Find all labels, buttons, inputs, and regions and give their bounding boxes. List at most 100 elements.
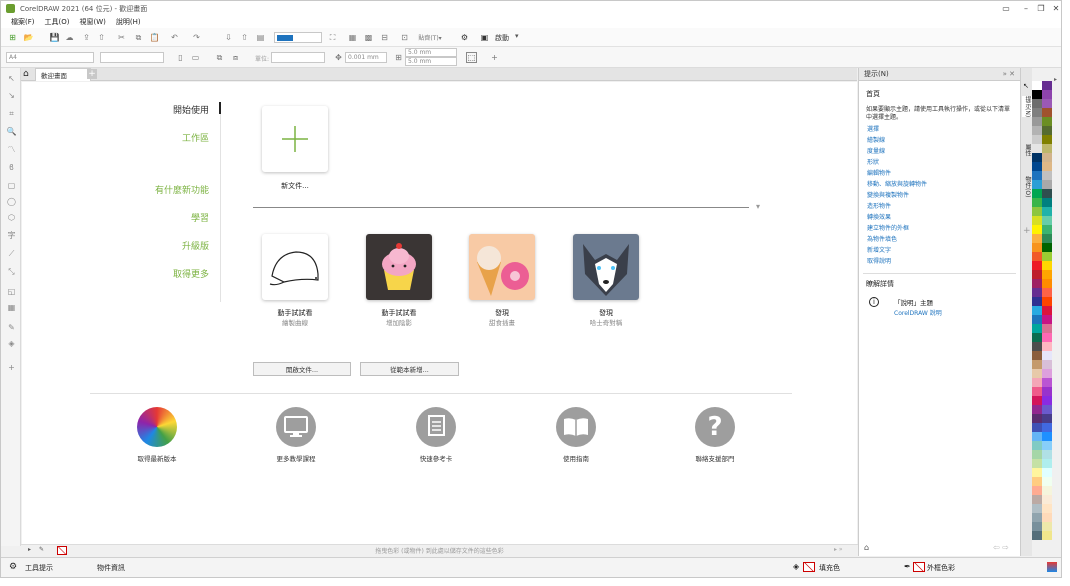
grid-icon[interactable]: ▩: [363, 32, 374, 43]
new-document-icon[interactable]: ⊞: [7, 32, 18, 43]
crop-tool-icon[interactable]: ⌗: [6, 108, 17, 119]
add-docker-icon[interactable]: +: [1023, 226, 1031, 236]
palette-swatch[interactable]: [1032, 243, 1042, 252]
palette-up-icon[interactable]: ▸: [1054, 76, 1057, 83]
palette-swatch[interactable]: [1032, 126, 1042, 135]
ellipse-tool-icon[interactable]: ◯: [6, 196, 17, 207]
palette-swatch[interactable]: [1042, 360, 1052, 369]
palette-swatch[interactable]: [1042, 306, 1052, 315]
nav-learn[interactable]: 學習: [191, 211, 209, 224]
cut-icon[interactable]: ✂: [116, 32, 127, 43]
palette-swatch[interactable]: [1042, 522, 1052, 531]
export2-icon[interactable]: ⇧: [239, 32, 250, 43]
polygon-tool-icon[interactable]: ⬡: [6, 212, 17, 223]
colorful-artwork-icon[interactable]: [137, 407, 177, 447]
vtab-hints[interactable]: 提示(N): [1022, 96, 1032, 118]
transparency-tool-icon[interactable]: ▦: [6, 302, 17, 313]
menu-file[interactable]: 檔案(F): [11, 17, 35, 27]
import-icon[interactable]: ⇩: [223, 32, 234, 43]
open-document-button[interactable]: 開啟文件...: [253, 362, 351, 376]
palette-swatch[interactable]: [1032, 252, 1042, 261]
palette-swatch[interactable]: [1032, 513, 1042, 522]
palette-swatch[interactable]: [1042, 315, 1052, 324]
palette-swatch[interactable]: [1032, 279, 1042, 288]
palette-swatch[interactable]: [1042, 396, 1052, 405]
fill-swatch[interactable]: [803, 562, 815, 572]
palette-swatch[interactable]: [1042, 90, 1052, 99]
palette-swatch[interactable]: [1042, 135, 1052, 144]
zoom-select[interactable]: [274, 32, 322, 43]
hint-topic[interactable]: 移動、縮放與旋轉物件: [867, 181, 1020, 189]
connector-tool-icon[interactable]: ⤡: [6, 266, 17, 277]
palette-swatch[interactable]: [1042, 162, 1052, 171]
launch-icon[interactable]: ▣: [479, 32, 490, 43]
palette-swatch[interactable]: [1032, 171, 1042, 180]
hint-topic[interactable]: 新增文字: [867, 247, 1020, 255]
menu-help[interactable]: 說明(H): [116, 17, 141, 27]
palette-swatch[interactable]: [1032, 333, 1042, 342]
palette-swatch[interactable]: [1042, 432, 1052, 441]
nav-get-started[interactable]: 開始使用: [173, 103, 209, 116]
nudge-field[interactable]: 0.001 mm: [345, 52, 387, 63]
palette-swatch[interactable]: [1042, 198, 1052, 207]
card-add-shadow[interactable]: [366, 234, 432, 300]
nav-get-more[interactable]: 取得更多: [173, 267, 209, 280]
palette-swatch[interactable]: [1042, 351, 1052, 360]
add-tool-icon[interactable]: +: [6, 362, 17, 373]
artistic-media-icon[interactable]: ϐ: [6, 162, 17, 173]
docker-close-icon[interactable]: » ✕: [1003, 70, 1015, 78]
duplicate-y-field[interactable]: 5.0 mm: [405, 57, 457, 66]
palette-swatch[interactable]: [1042, 288, 1052, 297]
redo-icon[interactable]: ↷: [191, 32, 202, 43]
palette-swatch[interactable]: [1042, 378, 1052, 387]
palette-swatch[interactable]: [1032, 324, 1042, 333]
eyedropper-tool-icon[interactable]: ✎: [6, 322, 17, 333]
rulers-icon[interactable]: ▦: [347, 32, 358, 43]
card-sweets[interactable]: [469, 234, 535, 300]
palette-swatch[interactable]: [1042, 486, 1052, 495]
palette-swatch[interactable]: [1042, 423, 1052, 432]
close-button[interactable]: ✕: [1046, 1, 1061, 16]
page-size-select[interactable]: A4: [6, 52, 94, 63]
options-gear-icon[interactable]: ⚙: [459, 32, 470, 43]
palette-swatch[interactable]: [1032, 423, 1042, 432]
palette-swatch[interactable]: [1042, 225, 1052, 234]
palette-swatch[interactable]: [1032, 387, 1042, 396]
new-tab-icon[interactable]: +: [87, 69, 97, 79]
palette-swatch[interactable]: [1032, 360, 1042, 369]
upload-icon[interactable]: ⇪: [81, 32, 92, 43]
hint-topic[interactable]: 編輯物件: [867, 170, 1020, 178]
document-icon[interactable]: [416, 407, 456, 447]
palette-swatch[interactable]: [1032, 378, 1042, 387]
nav-workspace[interactable]: 工作區: [182, 131, 209, 144]
palette-swatch[interactable]: [1042, 369, 1052, 378]
palette-swatch[interactable]: [1032, 117, 1042, 126]
hint-topic[interactable]: 選擇: [867, 126, 1020, 134]
palette-swatch[interactable]: [1042, 243, 1052, 252]
vtab-objects[interactable]: 物件(O): [1022, 176, 1032, 197]
card-husky[interactable]: [573, 234, 639, 300]
palette-swatch[interactable]: [1042, 144, 1052, 153]
palette-swatch[interactable]: [1042, 459, 1052, 468]
palette-swatch[interactable]: [1032, 144, 1042, 153]
palette-swatch[interactable]: [1032, 369, 1042, 378]
tray-scroll-icon[interactable]: ▸ »: [834, 546, 843, 553]
current-page-icon[interactable]: ⧈: [230, 52, 241, 63]
book-icon[interactable]: [556, 407, 596, 447]
guides-icon[interactable]: ⊟: [379, 32, 390, 43]
page-width-field[interactable]: [100, 52, 164, 63]
palette-swatch[interactable]: [1042, 216, 1052, 225]
palette-swatch[interactable]: [1042, 297, 1052, 306]
palette-swatch[interactable]: [1032, 180, 1042, 189]
palette-swatch[interactable]: [1042, 126, 1052, 135]
page-border-icon[interactable]: ⬚: [466, 52, 477, 63]
hint-topic[interactable]: 轉換效果: [867, 214, 1020, 222]
nav-upgrade[interactable]: 升級版: [182, 239, 209, 252]
tool-hints-label[interactable]: 工具提示: [25, 563, 53, 573]
launch-chevron-icon[interactable]: ▾: [515, 32, 519, 40]
hint-topic[interactable]: 形狀: [867, 159, 1020, 167]
link-contact-support[interactable]: 聯絡支援部門: [670, 453, 760, 463]
palette-swatch[interactable]: [1032, 297, 1042, 306]
palette-swatch[interactable]: [1042, 108, 1052, 117]
object-info-label[interactable]: 物件資訊: [97, 563, 125, 573]
